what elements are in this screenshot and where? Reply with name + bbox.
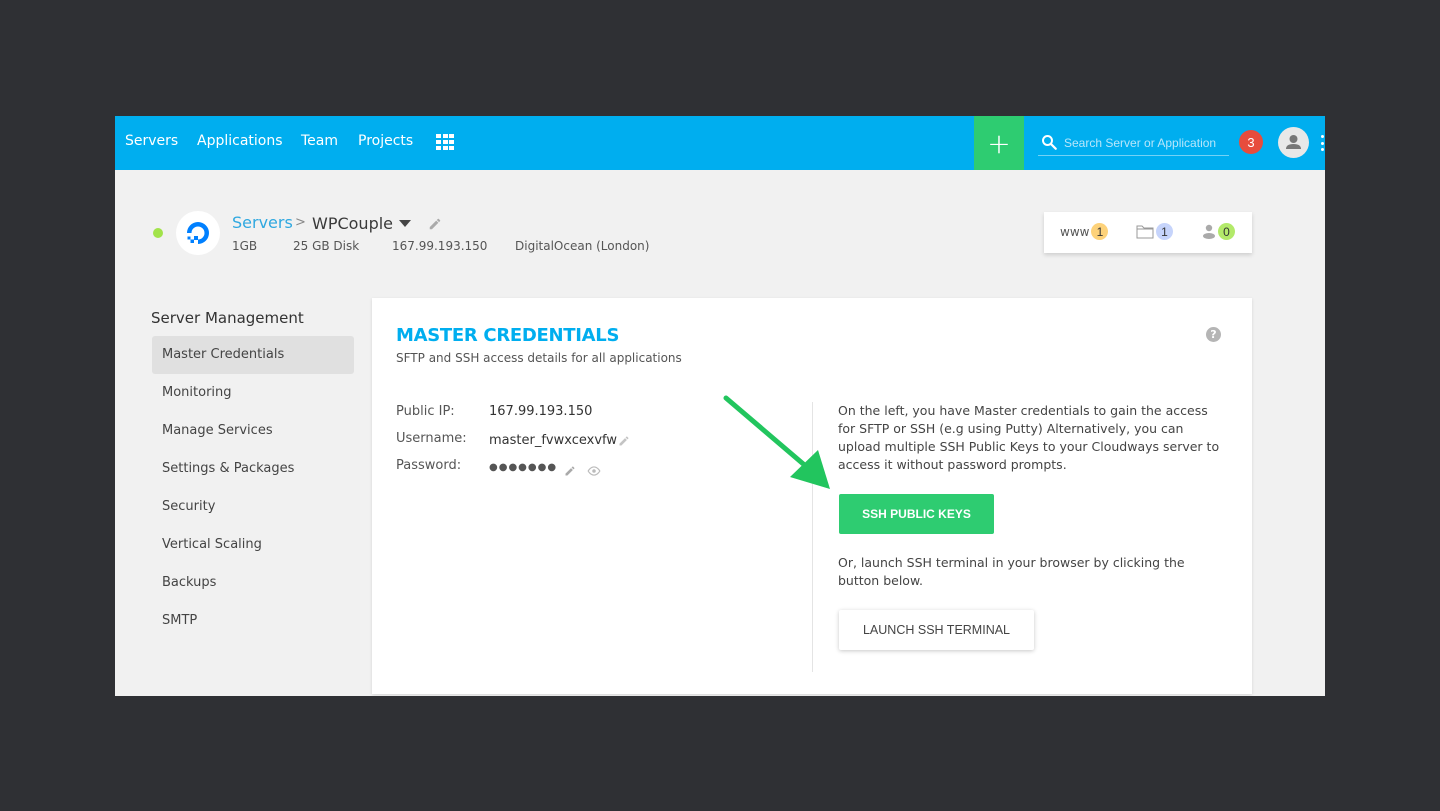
nav-servers[interactable]: Servers [125,133,178,149]
nav-projects[interactable]: Projects [358,133,413,149]
breadcrumb-servers[interactable]: Servers [232,213,293,232]
apps-grid-icon[interactable] [436,134,454,150]
sidebar-item-security[interactable]: Security [152,488,354,526]
stat-folders[interactable]: 1 [1136,223,1173,240]
digitalocean-logo [176,211,220,255]
edit-username-icon[interactable] [618,435,630,447]
edit-server-name-icon[interactable] [428,217,442,231]
master-credentials-card: MASTER CREDENTIALS SFTP and SSH access d… [372,298,1252,694]
digitalocean-icon [187,222,209,244]
add-button[interactable]: + [974,116,1024,170]
search-icon [1042,135,1057,150]
server-stats-card: www 1 1 0 [1044,212,1252,253]
top-navbar: Servers Applications Team Projects + 3 [115,116,1325,170]
users-count: 0 [1218,223,1235,240]
sidebar-item-manage-services[interactable]: Manage Services [152,412,354,450]
search-input[interactable] [1064,133,1229,153]
sidebar-title: Server Management [151,309,304,327]
server-ip: 167.99.193.150 [392,239,488,253]
public-ip-label: Public IP: [396,404,455,419]
show-password-eye-icon[interactable] [587,466,601,476]
user-icon [1203,224,1215,239]
folders-count: 1 [1156,223,1173,240]
applications-count: 1 [1091,223,1109,240]
more-menu-icon[interactable] [1321,135,1324,151]
user-avatar[interactable] [1278,127,1309,158]
caret-down-icon[interactable] [399,220,411,227]
sidebar-item-settings-packages[interactable]: Settings & Packages [152,450,354,488]
sidebar-item-master-credentials[interactable]: Master Credentials [152,336,354,374]
public-ip-value: 167.99.193.150 [489,404,593,419]
notification-badge[interactable]: 3 [1239,130,1263,154]
ssh-terminal-info-text: Or, launch SSH terminal in your browser … [838,555,1185,588]
stat-applications[interactable]: www 1 [1060,223,1109,240]
password-label: Password: [396,458,462,473]
vertical-divider [812,402,813,672]
user-icon [1286,135,1301,149]
card-title: MASTER CREDENTIALS [396,325,620,346]
launch-ssh-terminal-button[interactable]: LAUNCH SSH TERMINAL [839,610,1034,650]
username-value: master_fvwxcexvfw [489,433,617,448]
sidebar-item-smtp[interactable]: SMTP [152,602,354,640]
sidebar-item-backups[interactable]: Backups [152,564,354,602]
server-ram: 1GB [232,239,258,253]
stat-users[interactable]: 0 [1202,223,1235,240]
server-name[interactable]: WPCouple [312,214,393,233]
app-window: Servers Applications Team Projects + 3 [115,116,1325,696]
username-label: Username: [396,431,467,446]
sidebar-item-vertical-scaling[interactable]: Vertical Scaling [152,526,354,564]
nav-applications[interactable]: Applications [197,133,283,149]
folder-icon [1136,225,1154,239]
search-box [1038,130,1229,156]
server-provider: DigitalOcean (London) [515,239,650,253]
edit-password-icon[interactable] [564,465,576,477]
sidebar-item-monitoring[interactable]: Monitoring [152,374,354,412]
server-status-dot [153,228,163,238]
breadcrumb-separator: > [295,215,306,230]
password-value: ●●●●●●● [489,462,558,473]
help-icon[interactable]: ? [1206,327,1221,342]
www-icon: www [1060,224,1090,239]
ssh-public-keys-button[interactable]: SSH PUBLIC KEYS [839,494,994,534]
nav-team[interactable]: Team [301,133,338,149]
server-disk: 25 GB Disk [293,239,360,253]
ssh-keys-info-text: On the left, you have Master credentials… [838,403,1220,472]
card-subtitle: SFTP and SSH access details for all appl… [396,351,682,365]
